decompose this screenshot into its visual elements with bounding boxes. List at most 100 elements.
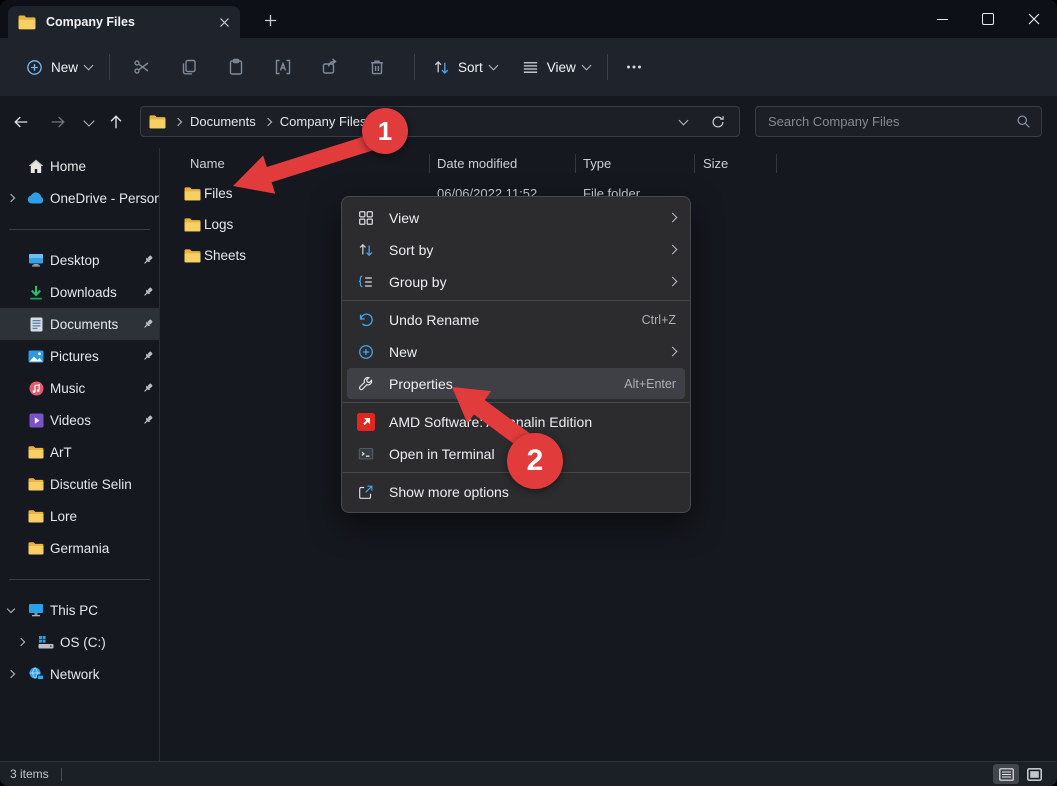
- chevron-right-icon[interactable]: [17, 638, 25, 646]
- menu-item-new[interactable]: New: [347, 336, 685, 367]
- copy-button[interactable]: [165, 49, 212, 85]
- menu-item-label: New: [389, 344, 656, 360]
- copy-icon: [179, 57, 199, 77]
- cut-button[interactable]: [118, 49, 165, 85]
- file-row-logs[interactable]: Logs: [180, 209, 233, 240]
- tab-close-icon[interactable]: [219, 17, 230, 28]
- minimize-button[interactable]: [919, 0, 965, 38]
- file-row-files[interactable]: Files: [180, 178, 233, 209]
- maximize-button[interactable]: [965, 0, 1011, 38]
- folder-icon: [22, 510, 50, 523]
- sidebar-item-documents[interactable]: Documents: [0, 308, 159, 340]
- tab-company-files[interactable]: Company Files: [8, 6, 240, 38]
- sidebar-item-label: Pictures: [50, 349, 137, 364]
- folder-icon: [180, 218, 204, 232]
- videos-icon: [22, 413, 50, 428]
- chevron-right-icon[interactable]: [7, 670, 15, 678]
- sidebar-item-home[interactable]: Home: [0, 150, 159, 182]
- close-button[interactable]: [1011, 0, 1057, 38]
- tab-bar: Company Files: [0, 0, 1057, 38]
- breadcrumb-documents[interactable]: Documents: [190, 114, 256, 129]
- recent-locations-button[interactable]: [74, 107, 104, 137]
- column-header-name[interactable]: Name: [190, 156, 225, 171]
- sidebar-item-pictures[interactable]: Pictures: [0, 340, 159, 372]
- file-row-sheets[interactable]: Sheets: [180, 240, 246, 271]
- column-divider[interactable]: [776, 154, 777, 173]
- column-divider[interactable]: [575, 154, 576, 173]
- sidebar-item-lore[interactable]: Lore: [0, 500, 159, 532]
- refresh-button[interactable]: [705, 114, 731, 130]
- sidebar-item-label: OneDrive - Persona: [50, 191, 159, 206]
- rename-button[interactable]: [259, 49, 306, 85]
- sort-button[interactable]: Sort: [423, 51, 506, 84]
- paste-button[interactable]: [212, 49, 259, 85]
- sidebar-item-music[interactable]: Music: [0, 372, 159, 404]
- chevron-down-icon[interactable]: [7, 604, 15, 612]
- column-header-size[interactable]: Size: [703, 156, 728, 171]
- menu-item-sort-by[interactable]: Sort by: [347, 234, 685, 265]
- menu-item-undo-rename[interactable]: Undo Rename Ctrl+Z: [347, 304, 685, 335]
- sidebar-item-discutie-selin[interactable]: Discutie Selin: [0, 468, 159, 500]
- sort-ascending-icon: [301, 150, 307, 168]
- cut-icon: [132, 57, 152, 77]
- sidebar-item-label: Lore: [50, 509, 159, 524]
- amd-software-icon: [356, 413, 376, 431]
- sidebar-item-downloads[interactable]: Downloads: [0, 276, 159, 308]
- document-icon: [22, 317, 50, 332]
- menu-item-properties[interactable]: Properties Alt+Enter: [347, 368, 685, 399]
- column-divider[interactable]: [694, 154, 695, 173]
- column-header-type[interactable]: Type: [583, 156, 611, 171]
- menu-item-label: AMD Software: Adrenalin Edition: [389, 414, 676, 430]
- sidebar-item-network[interactable]: Network: [0, 658, 159, 690]
- ellipsis-icon: [625, 58, 643, 76]
- menu-item-view[interactable]: View: [347, 202, 685, 233]
- chevron-down-icon: [83, 115, 94, 126]
- new-button[interactable]: New: [16, 51, 101, 84]
- wrench-icon: [356, 375, 376, 393]
- forward-button[interactable]: [43, 107, 73, 137]
- share-button[interactable]: [306, 49, 353, 85]
- menu-divider: [343, 300, 689, 301]
- sidebar-item-this-pc[interactable]: This PC: [0, 594, 159, 626]
- grid-icon: [356, 209, 376, 227]
- folder-icon: [180, 249, 204, 263]
- delete-button[interactable]: [353, 49, 400, 85]
- menu-item-open-in-terminal[interactable]: Open in Terminal: [347, 438, 685, 469]
- back-button[interactable]: [6, 107, 36, 137]
- toolbar-divider: [607, 54, 608, 80]
- music-icon: [22, 381, 50, 396]
- sidebar-item-art[interactable]: ArT: [0, 436, 159, 468]
- folder-icon: [22, 542, 50, 555]
- menu-item-show-more-options[interactable]: Show more options: [347, 476, 685, 507]
- menu-item-label: Sort by: [389, 242, 656, 258]
- sidebar-item-os-c[interactable]: OS (C:): [0, 626, 159, 658]
- sidebar-item-desktop[interactable]: Desktop: [0, 244, 159, 276]
- chevron-down-icon: [488, 61, 498, 71]
- sidebar-item-videos[interactable]: Videos: [0, 404, 159, 436]
- address-dropdown-button[interactable]: [670, 120, 696, 124]
- menu-item-amd-software[interactable]: AMD Software: Adrenalin Edition: [347, 406, 685, 437]
- up-button[interactable]: [101, 107, 131, 137]
- large-thumbnails-view-toggle[interactable]: [1021, 764, 1047, 784]
- back-icon: [12, 113, 30, 131]
- breadcrumb-company-files[interactable]: Company Files: [280, 114, 367, 129]
- menu-item-label: Undo Rename: [389, 312, 629, 328]
- menu-item-group-by[interactable]: Group by: [347, 266, 685, 297]
- details-view-icon: [999, 768, 1014, 781]
- maximize-icon: [982, 13, 994, 25]
- status-divider: [61, 768, 62, 781]
- column-header-date-modified[interactable]: Date modified: [437, 156, 517, 171]
- home-icon: [22, 159, 50, 174]
- new-tab-button[interactable]: [256, 8, 284, 32]
- sidebar-item-onedrive[interactable]: OneDrive - Persona: [0, 182, 159, 214]
- more-options-button[interactable]: [616, 49, 652, 85]
- view-button[interactable]: View: [512, 51, 599, 84]
- pin-icon: [137, 414, 159, 426]
- address-bar[interactable]: Documents Company Files: [140, 106, 740, 137]
- column-divider[interactable]: [429, 154, 430, 173]
- sidebar-item-germania[interactable]: Germania: [0, 532, 159, 564]
- breadcrumb-separator-icon: [264, 117, 272, 125]
- search-input[interactable]: [766, 113, 1016, 130]
- details-view-toggle[interactable]: [993, 764, 1019, 784]
- chevron-right-icon[interactable]: [7, 194, 15, 202]
